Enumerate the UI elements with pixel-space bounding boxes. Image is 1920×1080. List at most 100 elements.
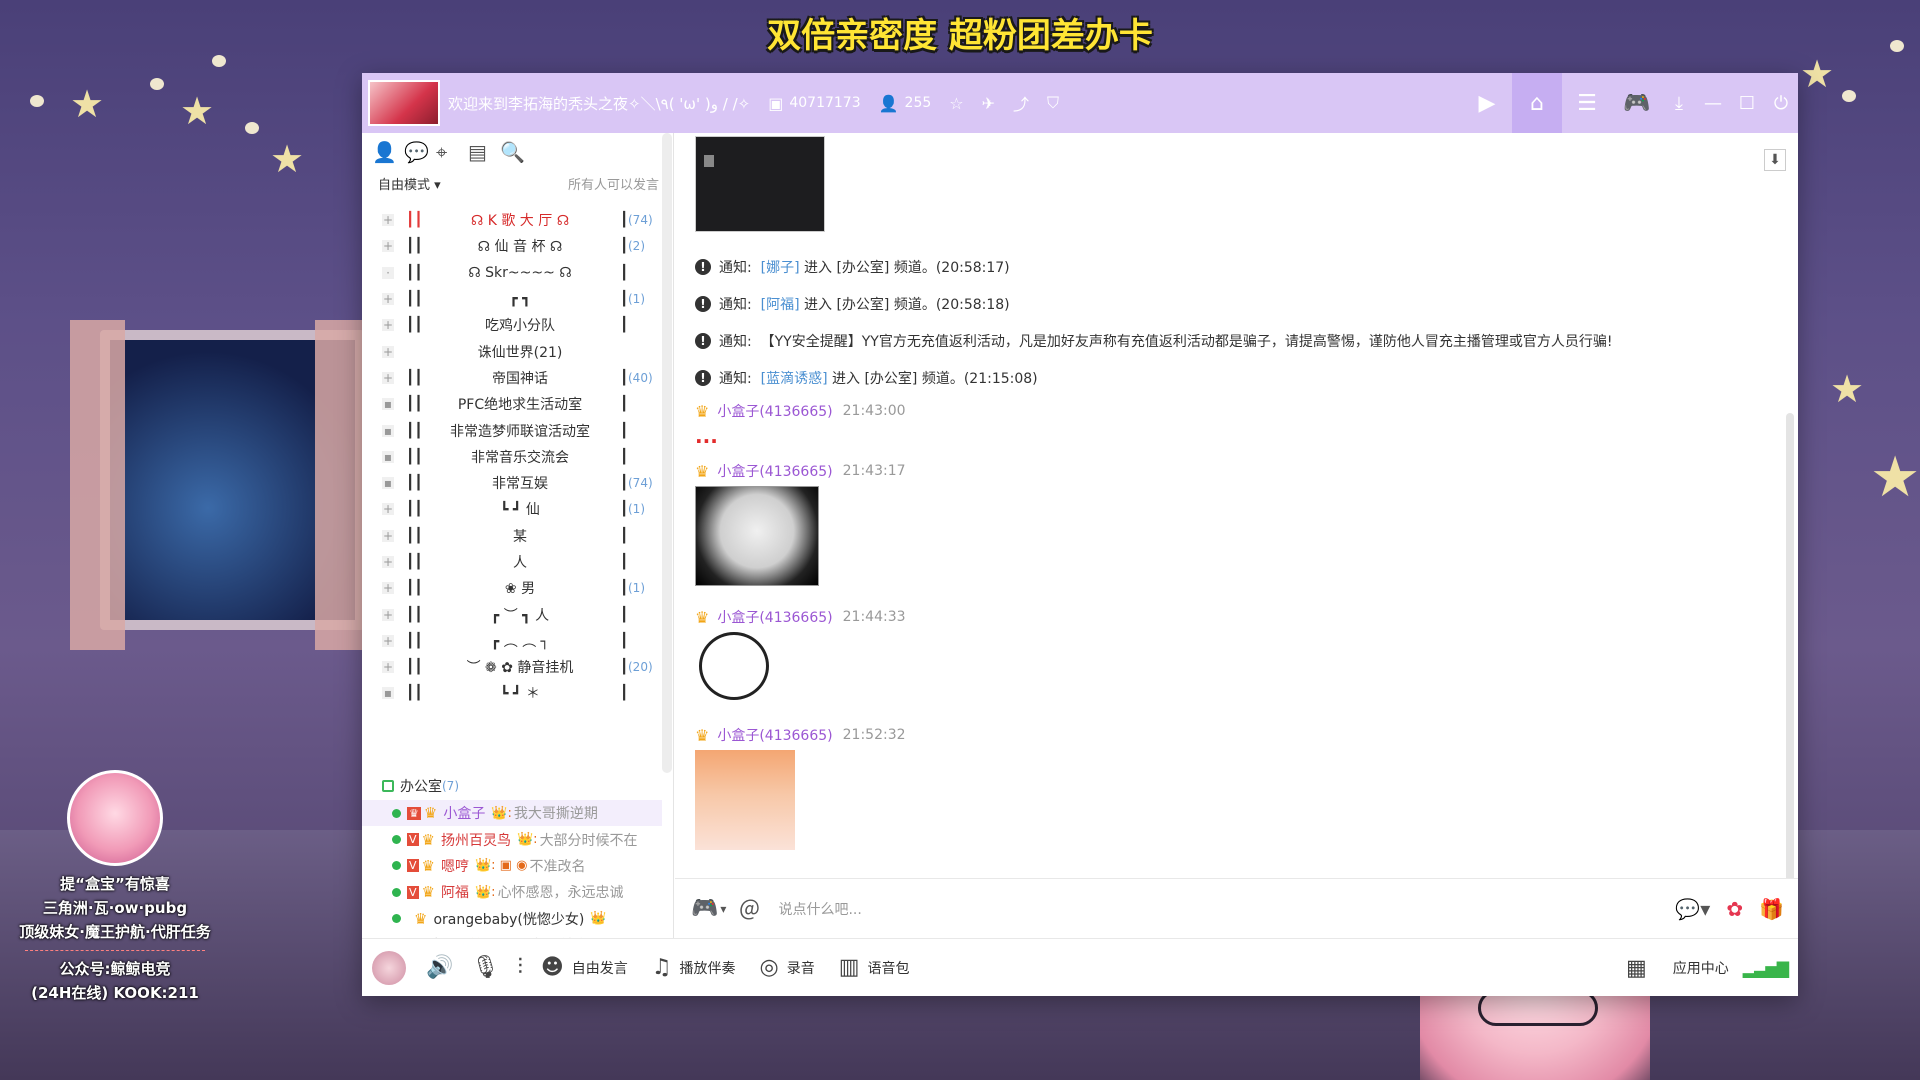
chevron-down-icon[interactable]: ▾: [720, 902, 726, 916]
microphone-icon[interactable]: 🎙: [471, 955, 499, 980]
channel-row[interactable]: ▪ ┃┃ PFC绝地求生活动室 ┃: [362, 391, 662, 417]
channel-row[interactable]: ▪ ┃┃ 非常造梦师联谊活动室 ┃: [362, 417, 662, 443]
channel-row[interactable]: + 诛仙世界(21): [362, 338, 662, 364]
notice-user[interactable]: [阿福]: [761, 294, 800, 314]
expand-icon[interactable]: +: [382, 214, 394, 227]
message-sender[interactable]: 小盒子(4136665): [717, 461, 832, 481]
my-avatar[interactable]: [372, 950, 406, 985]
home-icon[interactable]: ⌂: [1512, 73, 1562, 133]
channel-row[interactable]: + ┃┃ ☊ 仙 音 杯 ☊ ┃ (2): [362, 233, 662, 259]
message-header: ♛ 小盒子(4136665) 21:52:32: [685, 720, 1765, 750]
office-channel[interactable]: 办公室 (7): [362, 773, 662, 799]
expand-icon[interactable]: ▪: [382, 450, 394, 463]
plane-icon[interactable]: ✈: [982, 94, 995, 113]
expand-icon[interactable]: +: [382, 582, 394, 595]
maximize-icon[interactable]: ☐: [1730, 73, 1764, 133]
message-sender[interactable]: 小盒子(4136665): [717, 401, 832, 421]
expand-icon[interactable]: +: [382, 345, 394, 358]
at-mention-icon[interactable]: ＠: [738, 893, 760, 925]
channel-row[interactable]: + ┃┃ ☊ K 歌 大 厅 ☊ ┃ (74): [362, 207, 662, 233]
user-icon[interactable]: 👤: [372, 140, 404, 164]
channel-row[interactable]: · ┃┃ ☊ Skr~~~~ ☊ ┃: [362, 260, 662, 286]
chat-scrollbar[interactable]: [1786, 413, 1794, 878]
expand-icon[interactable]: ▪: [382, 687, 394, 700]
expand-icon[interactable]: +: [382, 661, 394, 674]
channel-name: 非常互娱: [492, 476, 548, 493]
user-row[interactable]: V ♛ 扬州百灵鸟 👑: 大部分时候不在: [362, 826, 662, 852]
chat-input[interactable]: 说点什么吧...: [778, 899, 861, 919]
message-sender[interactable]: 小盒子(4136665): [717, 725, 832, 745]
shield-icon[interactable]: ⛉: [1047, 93, 1059, 113]
equalizer-icon[interactable]: ⫶: [517, 955, 523, 980]
channel-row[interactable]: + ┃┃ 吃鸡小分队 ┃: [362, 312, 662, 338]
office-row[interactable]: 办公室 (7): [362, 773, 662, 799]
speaker-icon[interactable]: 🔊: [426, 955, 453, 980]
channel-row[interactable]: + ┃┃ ┏ ︶ ┓ 人 ┃: [362, 601, 662, 627]
channel-row[interactable]: ▪ ┃┃ ┗ ┛ ＊ ┃: [362, 680, 662, 706]
expand-icon[interactable]: ▪: [382, 477, 394, 490]
notice-user[interactable]: [蓝滴诱惑]: [761, 368, 828, 388]
app-grid-icon[interactable]: ▦: [1626, 956, 1647, 981]
image-message[interactable]: [695, 136, 825, 232]
channel-logo[interactable]: [368, 80, 440, 126]
expand-icon[interactable]: +: [382, 529, 394, 542]
expand-icon[interactable]: +: [382, 293, 394, 306]
minimize-icon[interactable]: —: [1696, 73, 1730, 133]
sad-face-sticker[interactable]: [699, 632, 769, 700]
gift-icon[interactable]: 🎁: [1759, 897, 1784, 921]
expand-icon[interactable]: +: [382, 240, 394, 253]
location-icon[interactable]: ⌖: [436, 140, 468, 164]
user-row[interactable]: V ♛ 阿福 👑: 心怀感恩，永远忠诚: [362, 879, 662, 905]
channel-row[interactable]: + ┃┃ ┏ ┓ ┃ (1): [362, 286, 662, 312]
notes-icon[interactable]: ▤: [468, 140, 500, 164]
list-icon[interactable]: ☰: [1562, 73, 1612, 133]
expand-icon[interactable]: +: [382, 503, 394, 516]
power-icon[interactable]: ⏻: [1764, 73, 1798, 133]
record-button[interactable]: ◎ 录音: [760, 955, 815, 980]
channel-count: (1): [628, 292, 645, 307]
chat-bubble-icon[interactable]: 💬: [404, 140, 436, 164]
download-icon[interactable]: ⤓: [1662, 73, 1696, 133]
channel-name: 吃鸡小分队: [485, 318, 555, 335]
user-row[interactable]: ♛ ♛ 小盒子 👑: 我大哥撕逆期: [362, 800, 662, 827]
channel-row[interactable]: ▪ ┃┃ 非常音乐交流会 ┃: [362, 444, 662, 470]
expand-icon[interactable]: +: [382, 608, 394, 621]
gamepad-icon[interactable]: 🎮: [1612, 73, 1662, 133]
channel-row[interactable]: + ┃┃ 某 ┃: [362, 523, 662, 549]
channel-row[interactable]: + ┃┃ 帝国神话 ┃ (40): [362, 365, 662, 391]
channel-row[interactable]: + ┃┃ ︶ ❁ ✿ 静音挂机 ┃ (20): [362, 654, 662, 680]
scroll-to-bottom-icon[interactable]: ⬇: [1764, 149, 1786, 171]
gamepad-icon[interactable]: 🎮: [691, 896, 718, 921]
app-center-label[interactable]: 应用中心: [1673, 958, 1729, 978]
mode-dropdown[interactable]: 自由模式 ▾: [378, 174, 441, 193]
channel-row[interactable]: ▪ ┃┃ 非常互娱 ┃ (74): [362, 470, 662, 496]
channel-row[interactable]: + ┃┃ ❀ 男 ┃ (1): [362, 575, 662, 601]
channel-scrollbar[interactable]: [662, 133, 672, 773]
star-icon[interactable]: ☆: [949, 94, 963, 113]
video-icon[interactable]: ▶: [1462, 73, 1512, 133]
expand-icon[interactable]: +: [382, 319, 394, 332]
channel-row[interactable]: + ┃┃ ┏ ︵ ︵ ┐ ┃: [362, 628, 662, 654]
expand-icon[interactable]: ▪: [382, 424, 394, 437]
expand-icon[interactable]: ▪: [382, 398, 394, 411]
voice-pack-button[interactable]: ▥ 语音包: [839, 955, 910, 980]
expand-icon[interactable]: ·: [382, 266, 394, 279]
share-icon[interactable]: ⤴: [1013, 91, 1029, 115]
expand-icon[interactable]: +: [382, 556, 394, 568]
sweat-face-sticker[interactable]: [695, 750, 795, 850]
message-sender[interactable]: 小盒子(4136665): [717, 607, 832, 627]
user-row[interactable]: ♛ orangebaby(恍惚少女) 👑: [362, 906, 662, 932]
notice-user[interactable]: [娜子]: [761, 257, 800, 277]
flower-icon[interactable]: ✿: [1726, 897, 1743, 921]
channel-row[interactable]: + ┃┃ 人 ┃: [362, 549, 662, 575]
channel-count: (2): [628, 239, 645, 254]
speech-bubble-icon[interactable]: 💬▾: [1675, 897, 1710, 921]
free-speak-button[interactable]: ☻ 自由发言: [541, 955, 628, 980]
crying-meme-sticker[interactable]: [695, 486, 819, 586]
play-music-button[interactable]: ♫ 播放伴奏: [652, 955, 736, 980]
search-icon[interactable]: 🔍: [500, 140, 532, 164]
expand-icon[interactable]: +: [382, 634, 394, 647]
channel-row[interactable]: + ┃┃ ┗ ┛ 仙 ┃ (1): [362, 496, 662, 522]
user-row[interactable]: V ♛ 嗯哼 👑: ▣ ◉ 不准改名: [362, 853, 662, 879]
expand-icon[interactable]: +: [382, 371, 394, 384]
